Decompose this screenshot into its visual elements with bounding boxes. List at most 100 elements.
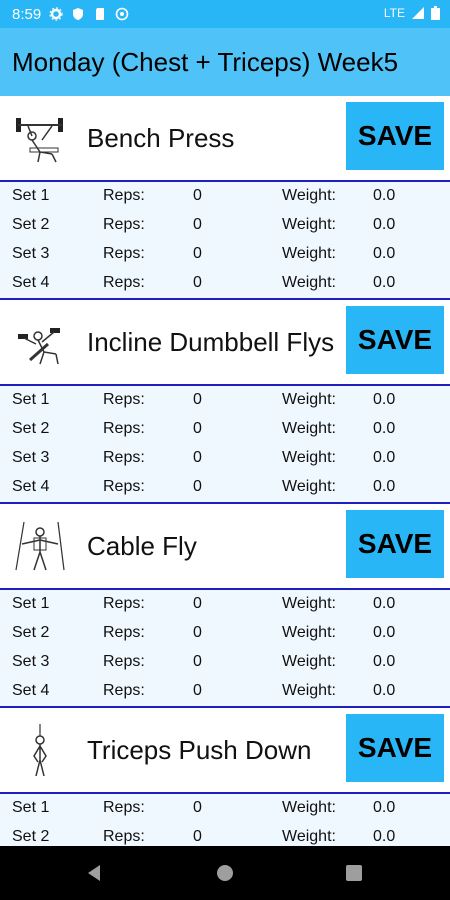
reps-value[interactable]: 0 xyxy=(193,245,202,263)
reps-label: Reps: xyxy=(103,478,145,495)
exercise-name: Triceps Push Down xyxy=(87,735,312,765)
weight-value[interactable]: 0.0 xyxy=(373,653,395,671)
weight-value[interactable]: 0.0 xyxy=(373,274,395,292)
battery-icon xyxy=(431,6,440,20)
weight-label: Weight: xyxy=(282,216,336,233)
reps-value[interactable]: 0 xyxy=(193,624,202,642)
weight-value[interactable]: 0.0 xyxy=(373,595,395,613)
weight-label: Weight: xyxy=(282,274,336,291)
reps-value[interactable]: 0 xyxy=(193,653,202,671)
network-type: LTE xyxy=(383,6,405,20)
set-row[interactable]: Set 2 Reps: 0 Weight: 0.0 xyxy=(0,211,450,240)
reps-label: Reps: xyxy=(103,274,145,291)
set-label: Set 1 xyxy=(12,595,50,612)
reps-label: Reps: xyxy=(103,828,145,845)
back-triangle-icon xyxy=(88,865,100,881)
set-row[interactable]: Set 4 Reps: 0 Weight: 0.0 xyxy=(0,473,450,502)
weight-label: Weight: xyxy=(282,595,336,612)
reps-value[interactable]: 0 xyxy=(193,595,202,613)
reps-label: Reps: xyxy=(103,245,145,262)
weight-label: Weight: xyxy=(282,653,336,670)
set-label: Set 2 xyxy=(12,420,50,437)
reps-label: Reps: xyxy=(103,595,145,612)
at-sign-icon xyxy=(115,7,129,21)
reps-label: Reps: xyxy=(103,653,145,670)
set-row[interactable]: Set 1 Reps: 0 Weight: 0.0 xyxy=(0,386,450,415)
weight-label: Weight: xyxy=(282,828,336,845)
set-row[interactable]: Set 3 Reps: 0 Weight: 0.0 xyxy=(0,648,450,677)
set-label: Set 3 xyxy=(12,653,50,670)
exercise-header: Cable Fly SAVE xyxy=(0,504,450,588)
set-label: Set 4 xyxy=(12,478,50,495)
reps-label: Reps: xyxy=(103,624,145,641)
weight-value[interactable]: 0.0 xyxy=(373,187,395,205)
set-label: Set 3 xyxy=(12,245,50,262)
weight-value[interactable]: 0.0 xyxy=(373,624,395,642)
set-row[interactable]: Set 4 Reps: 0 Weight: 0.0 xyxy=(0,677,450,706)
reps-label: Reps: xyxy=(103,682,145,699)
reps-value[interactable]: 0 xyxy=(193,449,202,467)
set-row[interactable]: Set 4 Reps: 0 Weight: 0.0 xyxy=(0,269,450,298)
navigation-bar xyxy=(0,846,450,900)
home-circle-icon xyxy=(217,865,233,881)
set-label: Set 1 xyxy=(12,187,50,204)
reps-value[interactable]: 0 xyxy=(193,187,202,205)
weight-value[interactable]: 0.0 xyxy=(373,420,395,438)
set-row[interactable]: Set 1 Reps: 0 Weight: 0.0 xyxy=(0,794,450,823)
save-button[interactable]: SAVE xyxy=(346,102,444,170)
exercise-card: Bench Press SAVE Set 1 Reps: 0 Weight: 0.0 S… xyxy=(0,96,450,300)
set-list: Set 1 Reps: 0 Weight: 0.0 Set 2 Reps: 0 Weight:… xyxy=(0,590,450,706)
workout-list[interactable]: Bench Press SAVE Set 1 Reps: 0 Weight: 0.0 S… xyxy=(0,96,450,846)
save-button[interactable]: SAVE xyxy=(346,306,444,374)
set-row[interactable]: Set 3 Reps: 0 Weight: 0.0 xyxy=(0,444,450,473)
weight-label: Weight: xyxy=(282,478,336,495)
set-label: Set 3 xyxy=(12,449,50,466)
weight-value[interactable]: 0.0 xyxy=(373,682,395,700)
exercise-card: Triceps Push Down SAVE Set 1 Reps: 0 Weight… xyxy=(0,708,450,846)
set-row[interactable]: Set 2 Reps: 0 Weight: 0.0 xyxy=(0,415,450,444)
save-button[interactable]: SAVE xyxy=(346,714,444,782)
weight-value[interactable]: 0.0 xyxy=(373,478,395,496)
reps-value[interactable]: 0 xyxy=(193,274,202,292)
weight-value[interactable]: 0.0 xyxy=(373,216,395,234)
home-button[interactable] xyxy=(195,846,255,900)
signal-icon xyxy=(412,7,424,19)
set-row[interactable]: Set 2 Reps: 0 Weight: 0.0 xyxy=(0,823,450,846)
reps-label: Reps: xyxy=(103,216,145,233)
weight-value[interactable]: 0.0 xyxy=(373,828,395,846)
reps-value[interactable]: 0 xyxy=(193,682,202,700)
reps-value[interactable]: 0 xyxy=(193,420,202,438)
cable-fly-icon xyxy=(15,521,65,571)
shield-icon xyxy=(73,8,84,20)
reps-label: Reps: xyxy=(103,449,145,466)
reps-value[interactable]: 0 xyxy=(193,216,202,234)
weight-label: Weight: xyxy=(282,624,336,641)
weight-value[interactable]: 0.0 xyxy=(373,449,395,467)
set-row[interactable]: Set 1 Reps: 0 Weight: 0.0 xyxy=(0,182,450,211)
reps-value[interactable]: 0 xyxy=(193,478,202,496)
set-label: Set 1 xyxy=(12,799,50,816)
set-list: Set 1 Reps: 0 Weight: 0.0 Set 2 Reps: 0 Weight:… xyxy=(0,182,450,298)
set-label: Set 2 xyxy=(12,828,50,845)
exercise-header: Incline Dumbbell Flys SAVE xyxy=(0,300,450,384)
back-button[interactable] xyxy=(64,846,124,900)
exercise-header: Triceps Push Down SAVE xyxy=(0,708,450,792)
reps-value[interactable]: 0 xyxy=(193,391,202,409)
set-row[interactable]: Set 1 Reps: 0 Weight: 0.0 xyxy=(0,590,450,619)
save-button[interactable]: SAVE xyxy=(346,510,444,578)
recents-button[interactable] xyxy=(324,846,384,900)
weight-value[interactable]: 0.0 xyxy=(373,391,395,409)
weight-label: Weight: xyxy=(282,187,336,204)
set-row[interactable]: Set 2 Reps: 0 Weight: 0.0 xyxy=(0,619,450,648)
reps-value[interactable]: 0 xyxy=(193,828,202,846)
weight-value[interactable]: 0.0 xyxy=(373,799,395,817)
bench-press-icon xyxy=(16,118,63,163)
weight-value[interactable]: 0.0 xyxy=(373,245,395,263)
set-row[interactable]: Set 3 Reps: 0 Weight: 0.0 xyxy=(0,240,450,269)
status-time: 8:59 xyxy=(12,5,42,23)
weight-label: Weight: xyxy=(282,245,336,262)
set-label: Set 4 xyxy=(12,682,50,699)
reps-value[interactable]: 0 xyxy=(193,799,202,817)
weight-label: Weight: xyxy=(282,799,336,816)
set-label: Set 1 xyxy=(12,391,50,408)
